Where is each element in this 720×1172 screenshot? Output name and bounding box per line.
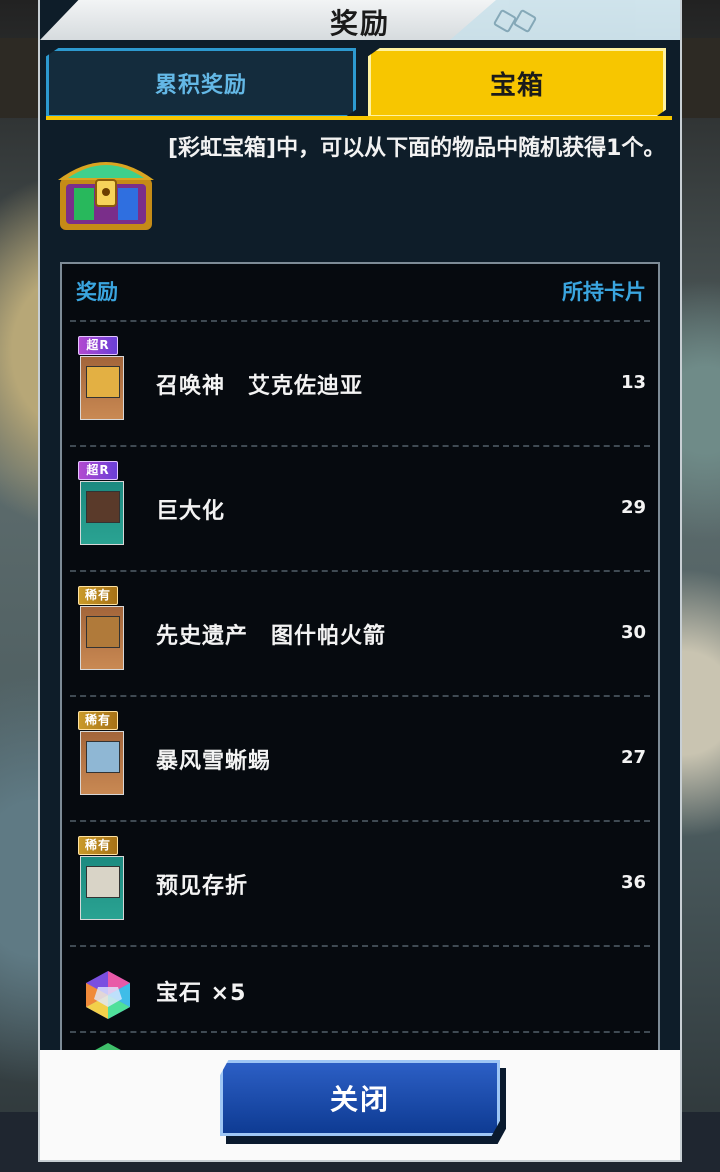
card-thumbnail (80, 481, 124, 545)
reward-row[interactable]: 稀有 先史遗产 图什帕火箭 30 (70, 570, 650, 696)
reward-row[interactable]: 超R 巨大化 29 (70, 445, 650, 571)
owned-count: 29 (620, 497, 646, 518)
owned-count: 27 (620, 747, 646, 768)
rainbow-chest-icon (58, 162, 154, 230)
rarity-badge: 超R (78, 336, 118, 355)
list-header: 奖励 所持卡片 (74, 276, 646, 312)
card-thumbnail (80, 356, 124, 420)
owned-count: 36 (620, 872, 646, 893)
gem-icon (86, 971, 130, 1019)
owned-count: 30 (620, 622, 646, 643)
card-name: 预见存折 (156, 874, 249, 899)
reward-row[interactable]: 超R 召唤神 艾克佐迪亚 13 (70, 320, 650, 446)
card-name: 先史遗产 图什帕火箭 (156, 624, 387, 649)
tab-cumulative-rewards[interactable]: 累积奖励 (46, 48, 356, 118)
close-button[interactable]: 关闭 (220, 1060, 500, 1136)
dialog-footer: 关闭 (40, 1050, 680, 1160)
gem-quantity-label: 宝石 ×5 (156, 981, 247, 1006)
card-name: 召唤神 艾克佐迪亚 (156, 374, 364, 399)
rarity-badge: 稀有 (78, 586, 118, 605)
chest-description: [彩虹宝箱]中，可以从下面的物品中随机获得1个。 (168, 136, 666, 161)
reward-list-panel[interactable]: 奖励 所持卡片 超R 召唤神 艾克佐迪亚 13 超R 巨大化 29 稀有 先史遗… (60, 262, 660, 1062)
reward-row[interactable]: 稀有 预见存折 36 (70, 820, 650, 946)
dialog-title: 奖励 (329, 7, 390, 40)
card-name: 巨大化 (156, 499, 226, 524)
list-header-owned-cards: 所持卡片 (562, 280, 646, 304)
dialog-title-bar: 奖励 (40, 0, 680, 40)
card-name: 暴风雪蜥蜴 (156, 749, 272, 774)
card-thumbnail (80, 856, 124, 920)
owned-count: 13 (620, 372, 646, 393)
tab-underline (46, 116, 672, 120)
rarity-badge: 稀有 (78, 711, 118, 730)
card-thumbnail (80, 606, 124, 670)
list-header-reward: 奖励 (76, 280, 118, 304)
card-thumbnail (80, 731, 124, 795)
reward-row-gems[interactable]: 宝石 ×5 (70, 945, 650, 1033)
rarity-badge: 稀有 (78, 836, 118, 855)
tab-treasure-chest[interactable]: 宝箱 (368, 48, 666, 118)
tab-bar: 累积奖励 宝箱 (46, 48, 676, 122)
rarity-badge: 超R (78, 461, 118, 480)
reward-row[interactable]: 稀有 暴风雪蜥蜴 27 (70, 695, 650, 821)
